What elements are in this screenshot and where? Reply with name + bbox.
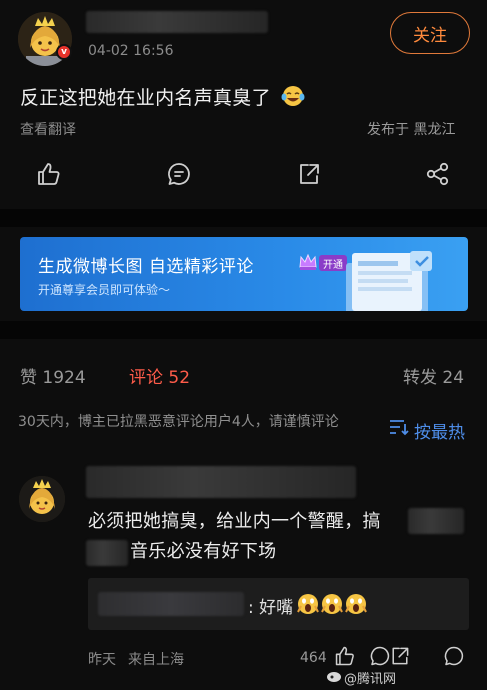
post-time: 04-02 16:56 (88, 43, 174, 59)
watermark-logo-icon (326, 669, 342, 683)
share-icon[interactable] (425, 161, 451, 187)
comment-reply-icon[interactable] (369, 645, 391, 667)
post-location: 发布于 黑龙江 (367, 122, 456, 138)
watermark-text: @腾讯网 (344, 672, 397, 687)
repost-icon[interactable] (296, 161, 322, 187)
post-text: 反正这把她在业内名声真臭了 (20, 83, 305, 110)
reply-text: : 好嘴 (248, 598, 294, 618)
like-icon[interactable] (36, 161, 62, 187)
blocked-users-notice: 30天内，博主已拉黑恶意评论用户4人，请谨慎评论 (18, 414, 339, 430)
section-divider (0, 209, 487, 227)
comment-line-2: 音乐必没有好下场 (130, 541, 277, 562)
shocked-emoji-group (296, 592, 368, 616)
comment-line-1: 必须把她搞臭，给业内一个警醒，搞 (88, 511, 381, 532)
comment-time: 昨天 (88, 652, 116, 668)
section-divider-2 (0, 321, 487, 339)
tears-of-joy-emoji-icon (281, 85, 305, 107)
vip-crown-icon (298, 253, 318, 271)
likes-tab[interactable]: 赞 1924 (20, 363, 86, 388)
comment-icon[interactable] (166, 161, 192, 187)
banner-subtitle: 开通尊享会员即可体验～ (38, 283, 171, 297)
comment-location: 来自上海 (128, 652, 184, 668)
sort-icon[interactable] (387, 418, 409, 436)
comment-redacted-part-1 (408, 508, 464, 534)
comment-like-icon[interactable] (334, 645, 356, 667)
banner-title: 生成微博长图 自选精彩评论 (38, 257, 254, 277)
comment-more-icon[interactable] (443, 645, 465, 667)
long-image-banner[interactable]: 生成微博长图 自选精彩评论 开通 开通尊享会员即可体验～ (20, 237, 468, 311)
follow-button[interactable]: 关注 (390, 12, 470, 54)
reply-author-redacted (98, 592, 244, 616)
long-image-illustration-icon (338, 247, 448, 311)
translate-link[interactable]: 查看翻译 (20, 119, 76, 139)
screaming-emoji-icon (297, 594, 367, 614)
comments-tab[interactable]: 评论 52 (129, 363, 190, 388)
reply-preview[interactable]: : 好嘴 (88, 578, 469, 630)
verified-badge-icon: v (56, 44, 72, 60)
comment-like-count: 464 (300, 650, 327, 666)
reposts-tab[interactable]: 转发 24 (403, 363, 464, 388)
comment-repost-icon[interactable] (389, 645, 411, 667)
comment-redacted-part-2 (86, 540, 128, 566)
commenter-name-redacted[interactable] (86, 466, 356, 498)
author-name-redacted[interactable] (86, 11, 268, 33)
commenter-avatar[interactable] (19, 476, 65, 522)
post-text-content: 反正这把她在业内名声真臭了 (20, 87, 271, 109)
sort-hot-button[interactable]: 按最热 (414, 418, 465, 443)
